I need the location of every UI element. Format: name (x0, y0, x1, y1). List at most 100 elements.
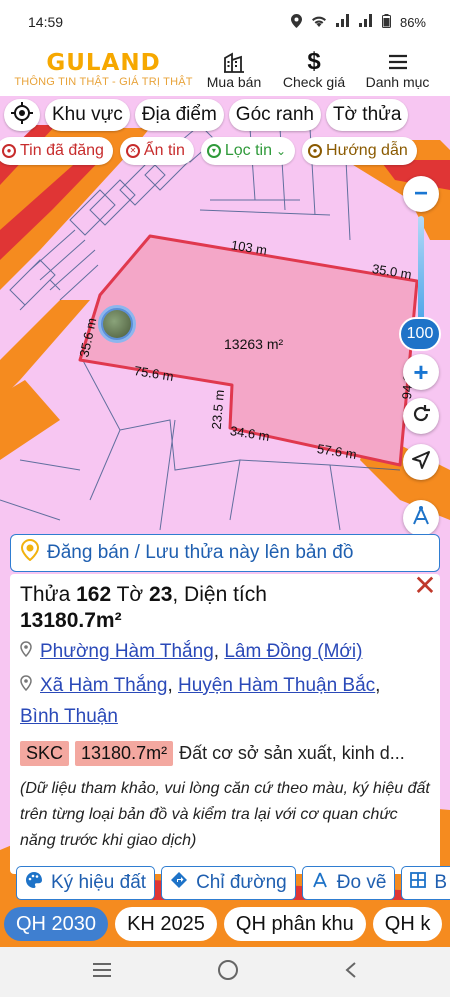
crosshair-icon (11, 101, 33, 129)
chip-khu-vuc[interactable]: Khu vực (45, 99, 130, 131)
zoom-slider[interactable] (418, 216, 424, 326)
zoom-in-button[interactable]: + (403, 354, 439, 390)
new-address-row: Phường Hàm Thắng, Lâm Đồng (Mới) (20, 637, 430, 668)
layer-tab-qh-2030[interactable]: QH 2030 (4, 907, 109, 941)
post-listing-label: Đăng bán / Lưu thửa này lên bản đồ (47, 542, 354, 563)
system-navigation-bar (0, 947, 450, 997)
measure-label: Đo vẽ (336, 872, 387, 893)
battery-percent: 86% (399, 14, 426, 30)
more-action-label: B (434, 872, 448, 893)
parcel-title-mid: Tờ (111, 583, 150, 606)
signal-icon-1 (335, 14, 350, 30)
parcel-area-value: 13180.7m² (20, 609, 122, 632)
chip-an-tin[interactable]: ✕ Ẩn tin (119, 137, 194, 165)
locate-button[interactable] (4, 99, 40, 131)
parcel-area: 13180.7m² (20, 608, 430, 634)
refresh-button[interactable] (403, 398, 439, 434)
guland-logo[interactable]: GULAND THÔNG TIN THẬT - GIÁ TRỊ THẬT (0, 51, 195, 89)
chip-dia-diem[interactable]: Địa điểm (134, 99, 224, 131)
recent-apps-icon[interactable] (92, 962, 112, 983)
zoom-control: − 100 (399, 176, 441, 351)
map-layer-tabs: QH 2030 KH 2025 QH phân khu QH k (4, 907, 443, 941)
back-icon[interactable] (344, 961, 358, 984)
search-chip-row: Khu vực Địa điểm Góc ranh Tờ thửa (4, 99, 409, 131)
layer-tab-qh-phan-khu[interactable]: QH phân khu (223, 907, 366, 941)
filter-icon: ▾ (206, 144, 221, 158)
location-pin-icon (20, 538, 40, 567)
province-link[interactable]: Lâm Đồng (Mới) (224, 641, 362, 662)
grid-icon (410, 872, 427, 894)
minus-icon: − (413, 180, 428, 207)
zoom-out-button[interactable]: − (403, 176, 439, 212)
land-use-row: SKC 13180.7m² Đất cơ sở sản xuất, kinh d… (20, 741, 430, 766)
wifi-icon (311, 15, 327, 30)
disclaimer-text: (Dữ liệu tham khảo, vui lòng căn cứ theo… (20, 780, 430, 849)
location-icon (290, 13, 302, 31)
old-address-row: Xã Hàm Thắng, Huyện Hàm Thuận Bắc, (20, 671, 430, 702)
filter-chip-row: ● Tin đã đăng ✕ Ẩn tin ▾ Lọc tin ⌄ ● Hướ… (0, 137, 417, 165)
parcel-number: 162 (76, 583, 112, 606)
chip-huong-dan[interactable]: ● Hướng dẫn (302, 137, 417, 165)
layer-tab-kh-2025[interactable]: KH 2025 (115, 907, 217, 941)
building-icon (222, 50, 246, 74)
my-location-button[interactable] (403, 444, 439, 480)
chip-tin-da-dang[interactable]: ● Tin đã đăng (0, 137, 113, 165)
directions-icon (170, 871, 188, 895)
nav-danh-muc-label: Danh mục (365, 74, 430, 90)
nav-check-gia-label: Check giá (282, 74, 346, 90)
old-province-link[interactable]: Bình Thuận (20, 702, 118, 732)
more-action-button[interactable]: B (401, 866, 450, 900)
land-area-badge: 13180.7m² (75, 741, 174, 766)
chip-goc-ranh[interactable]: Góc ranh (228, 99, 321, 131)
navigation-arrow-icon (411, 450, 431, 475)
status-time: 14:59 (28, 14, 64, 30)
status-bar: 14:59 86% (0, 0, 450, 44)
commune-link[interactable]: Xã Hàm Thắng (40, 675, 167, 696)
record-icon: ● (2, 144, 16, 158)
zoom-level-badge[interactable]: 100 (399, 317, 441, 351)
ward-link[interactable]: Phường Hàm Thắng (40, 641, 214, 662)
parcel-title-prefix: Thửa (20, 583, 77, 606)
chip-an-tin-label: Ẩn tin (143, 142, 185, 159)
logo-tagline: THÔNG TIN THẬT - GIÁ TRỊ THẬT (14, 76, 193, 88)
chevron-down-icon: ⌄ (275, 144, 287, 158)
parcel-area-label: 13263 m² (224, 336, 284, 352)
measure-button[interactable]: Đo vẽ (301, 866, 396, 900)
nav-mua-ban[interactable]: Mua bán (195, 44, 273, 96)
chip-loc-tin[interactable]: ▾ Lọc tin ⌄ (200, 137, 296, 165)
plus-icon: + (413, 357, 429, 387)
photo-thumbnail (103, 310, 131, 338)
dollar-icon: $ (307, 48, 321, 75)
close-icon[interactable]: ✕ (412, 572, 438, 600)
land-code-badge: SKC (20, 741, 70, 766)
old-province-row: Bình Thuận (20, 702, 430, 732)
home-icon[interactable] (217, 959, 239, 986)
signal-icon-2 (358, 14, 373, 30)
land-symbol-button[interactable]: Ký hiệu đất (16, 866, 156, 900)
layer-tab-qh-more[interactable]: QH k (372, 907, 443, 941)
chip-to-thua[interactable]: Tờ thửa (325, 99, 409, 131)
map-pin-icon (20, 637, 34, 668)
palette-icon (25, 871, 43, 895)
nav-danh-muc[interactable]: Danh mục (355, 44, 440, 96)
photo-marker[interactable] (98, 305, 136, 343)
measure-tool-button[interactable] (403, 500, 439, 536)
parcel-info-card: ✕ Thửa 162 Tờ 23, Diện tích 13180.7m² Ph… (10, 572, 440, 874)
directions-button[interactable]: Chỉ đường (161, 866, 296, 900)
menu-icon (387, 50, 409, 74)
land-symbol-label: Ký hiệu đất (51, 872, 147, 893)
compass-tool-icon (311, 871, 329, 895)
battery-icon (381, 13, 391, 31)
post-listing-banner[interactable]: Đăng bán / Lưu thửa này lên bản đồ (10, 534, 440, 572)
chip-loc-tin-label: Lọc tin (224, 142, 272, 159)
parcel-title-suffix: , Diện tích (172, 583, 267, 606)
action-button-row: Ký hiệu đất Chỉ đường Đo vẽ B (16, 866, 450, 900)
hide-icon: ✕ (125, 144, 140, 158)
district-link[interactable]: Huyện Hàm Thuận Bắc (178, 675, 375, 696)
nav-check-gia[interactable]: $ Check giá (273, 44, 355, 96)
directions-label: Chỉ đường (196, 872, 287, 893)
land-use-description[interactable]: Đất cơ sở sản xuất, kinh d... (179, 743, 429, 764)
app-header: GULAND THÔNG TIN THẬT - GIÁ TRỊ THẬT Mua… (0, 44, 450, 96)
rotate-icon (411, 404, 431, 429)
parcel-title: Thửa 162 Tờ 23, Diện tích (20, 582, 430, 608)
